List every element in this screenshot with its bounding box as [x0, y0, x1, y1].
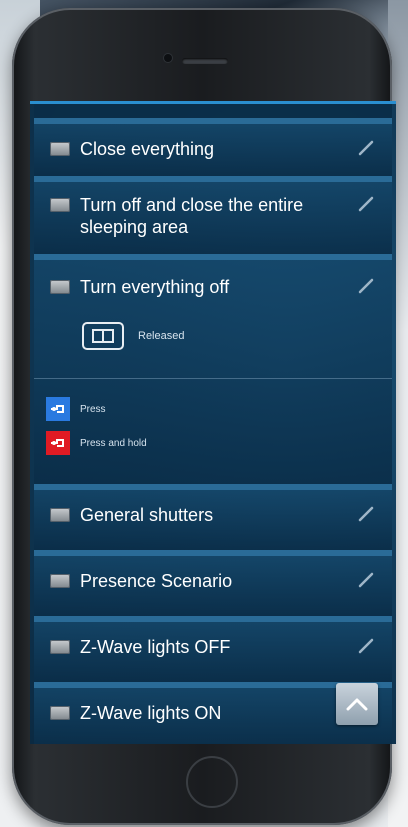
legend-press-hold[interactable]: Press and hold: [46, 431, 392, 455]
scenario-label: Turn off and close the entire sleeping a…: [80, 195, 304, 237]
legend-press[interactable]: Press: [46, 397, 392, 421]
scenario-list-screen: Close everything Turn off and close the …: [30, 101, 396, 744]
pencil-icon[interactable]: [356, 636, 376, 656]
wall-switch-icon: [82, 322, 124, 350]
pencil-icon[interactable]: [356, 194, 376, 214]
scenario-icon: [50, 574, 70, 588]
scenario-icon: [50, 280, 70, 294]
pencil-icon[interactable]: [356, 504, 376, 524]
scenario-icon: [50, 640, 70, 654]
divider: [34, 378, 392, 379]
pencil-icon[interactable]: [356, 138, 376, 158]
scenario-list: Close everything Turn off and close the …: [30, 104, 396, 744]
scenario-icon: [50, 198, 70, 212]
state-label: Released: [138, 330, 185, 342]
scenario-label: Z-Wave lights OFF: [80, 637, 231, 657]
pencil-icon[interactable]: [356, 276, 376, 296]
hand-hold-icon: [46, 431, 70, 455]
scenario-icon: [50, 142, 70, 156]
earpiece-speaker: [182, 58, 228, 64]
legend-press-hold-label: Press and hold: [80, 437, 147, 449]
list-item[interactable]: General shutters: [34, 490, 392, 556]
list-item[interactable]: Turn off and close the entire sleeping a…: [34, 182, 392, 260]
scenario-icon: [50, 706, 70, 720]
scenario-label: Presence Scenario: [80, 571, 233, 591]
list-item-expanded[interactable]: Turn everything off Released Press Press…: [34, 260, 392, 490]
hand-tap-icon: [46, 397, 70, 421]
front-camera: [164, 54, 172, 62]
scenario-icon: [50, 508, 70, 522]
home-button[interactable]: [186, 756, 238, 808]
scenario-label: Turn everything off: [80, 277, 230, 297]
scenario-label: Close everything: [80, 139, 215, 159]
scenario-state: Released: [82, 322, 392, 350]
legend-press-label: Press: [80, 403, 106, 415]
list-item-partial: [34, 104, 392, 124]
pencil-icon[interactable]: [356, 570, 376, 590]
list-item[interactable]: Z-Wave lights OFF: [34, 622, 392, 688]
scenario-label: Z-Wave lights ON: [80, 703, 222, 723]
chevron-up-icon: [346, 698, 368, 711]
scroll-to-top-button[interactable]: [336, 683, 378, 725]
scenario-label: General shutters: [80, 505, 214, 525]
list-item[interactable]: Presence Scenario: [34, 556, 392, 622]
list-item[interactable]: Close everything: [34, 124, 392, 182]
